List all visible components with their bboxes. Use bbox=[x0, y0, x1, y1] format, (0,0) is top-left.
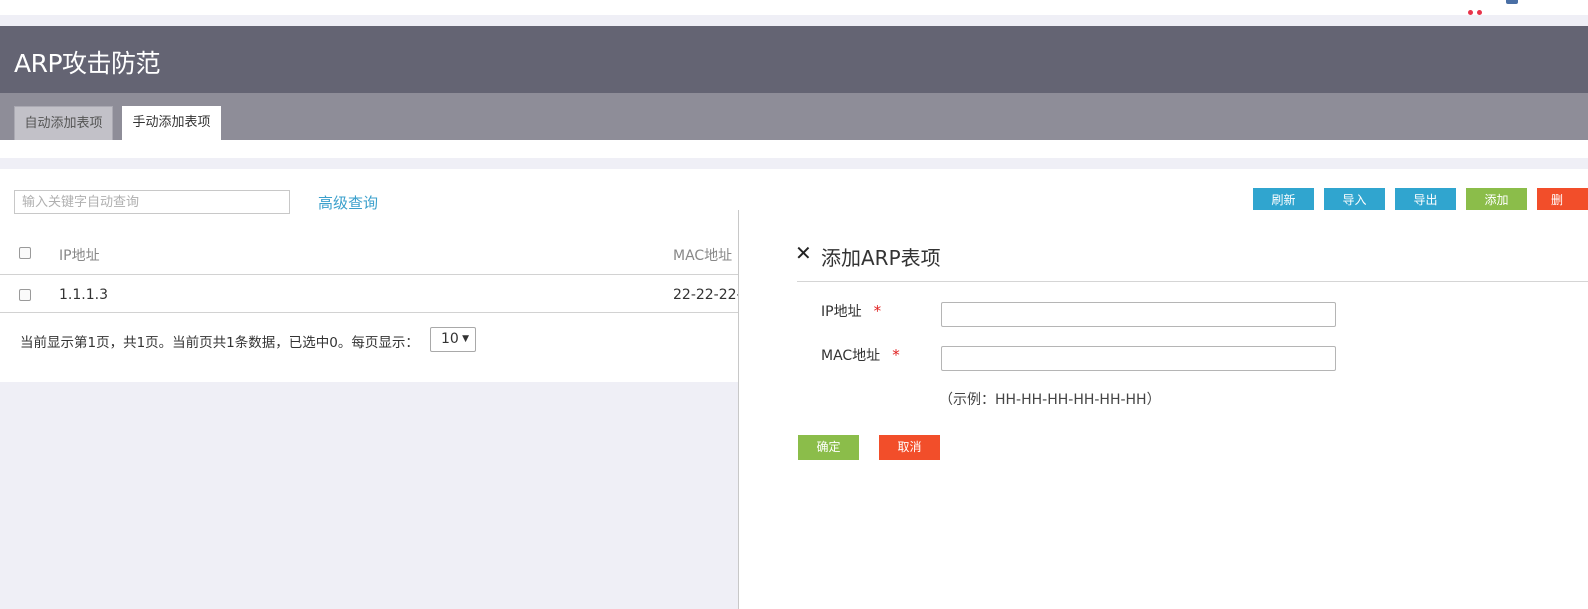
import-button[interactable]: 导入 bbox=[1324, 188, 1385, 211]
add-button[interactable]: 添加 bbox=[1466, 188, 1527, 211]
page-size-value: 10 bbox=[441, 331, 459, 347]
cell-ip: 1.1.1.3 bbox=[59, 287, 108, 303]
table-row[interactable]: 1.1.1.3 22-22-22- bbox=[0, 275, 738, 313]
save-icon[interactable] bbox=[1506, 0, 1518, 4]
tab-manual-add[interactable]: 手动添加表项 bbox=[122, 106, 221, 140]
ip-required-mark: * bbox=[873, 302, 882, 320]
drawer-title: 添加ARP表项 bbox=[821, 246, 941, 270]
cell-mac: 22-22-22- bbox=[673, 287, 738, 303]
add-arp-drawer: ✕ 添加ARP表项 IP地址 * MAC地址 * （示例：HH-HH-HH-HH-H… bbox=[738, 210, 1588, 609]
mac-required-mark: * bbox=[892, 346, 900, 364]
cancel-button[interactable]: 取消 bbox=[879, 435, 940, 460]
close-icon[interactable]: ✕ bbox=[795, 240, 812, 266]
column-header-mac[interactable]: MAC地址 bbox=[673, 245, 732, 265]
page-title: ARP攻击防范 bbox=[14, 49, 161, 78]
ip-label-text: IP地址 bbox=[821, 304, 862, 320]
tab-bar: 自动添加表项 手动添加表项 bbox=[0, 93, 1588, 140]
confirm-button[interactable]: 确定 bbox=[798, 435, 859, 460]
mac-format-hint: （示例：HH-HH-HH-HH-HH-HH） bbox=[939, 392, 1161, 408]
app-icon[interactable] bbox=[1468, 0, 1492, 15]
column-header-ip[interactable]: IP地址 bbox=[59, 245, 100, 265]
mac-label-text: MAC地址 bbox=[821, 348, 881, 364]
advanced-search-link[interactable]: 高级查询 bbox=[318, 192, 378, 213]
ip-field-label: IP地址 * bbox=[821, 301, 881, 321]
select-all-checkbox[interactable] bbox=[19, 247, 31, 259]
row-checkbox[interactable] bbox=[19, 289, 31, 301]
caret-down-icon: ▼ bbox=[462, 334, 469, 344]
page-size-select[interactable]: 10 ▼ bbox=[430, 327, 476, 352]
table-header: IP地址 MAC地址 bbox=[0, 232, 738, 275]
pagination-summary: 当前显示第1页，共1页。当前页共1条数据，已选中0。每页显示： bbox=[20, 335, 419, 351]
tab-auto-add[interactable]: 自动添加表项 bbox=[14, 106, 113, 140]
delete-button[interactable]: 删 bbox=[1537, 188, 1588, 211]
title-bar: ARP攻击防范 bbox=[0, 26, 1588, 93]
export-button[interactable]: 导出 bbox=[1395, 188, 1456, 211]
mac-field-label: MAC地址 * bbox=[821, 345, 900, 365]
drawer-divider bbox=[797, 281, 1588, 282]
refresh-button[interactable]: 刷新 bbox=[1253, 188, 1314, 211]
tab-content-strip bbox=[0, 140, 1588, 158]
search-input[interactable] bbox=[14, 190, 290, 214]
top-strip bbox=[0, 0, 1588, 15]
mac-address-input[interactable] bbox=[941, 346, 1336, 371]
ip-address-input[interactable] bbox=[941, 302, 1336, 327]
